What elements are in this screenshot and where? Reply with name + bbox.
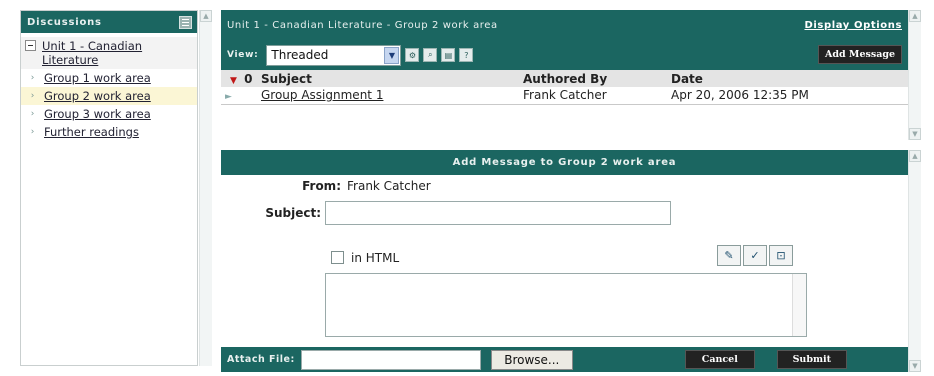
check-icon[interactable]: ✓ [743,245,767,266]
tree-item-further-readings[interactable]: › Further readings [21,123,197,141]
author-column-header[interactable]: Authored By [523,70,671,87]
table-row[interactable]: ► Group Assignment 1 Frank Catcher Apr 2… [221,87,908,105]
tree-item-label[interactable]: Group 1 work area [44,71,151,85]
scroll-down-icon[interactable]: ▼ [909,128,921,140]
textarea-scrollbar[interactable] [792,274,806,336]
view-select-value: Threaded [271,48,329,62]
view-toolbar: View: Threaded ▼ ⚙ ⌕ ▤ ? Add Message [221,40,908,70]
from-value: Frank Catcher [347,179,431,193]
message-date: Apr 20, 2006 12:35 PM [671,87,908,105]
subject-column-header[interactable]: Subject [261,70,523,87]
bullet-icon: › [30,73,35,83]
sidebar-scrollbar[interactable]: ▲ [199,10,212,366]
compose-scrollbar[interactable]: ▲ ▼ [908,150,921,372]
discussions-sidebar: Discussions Unit 1 - Canadian Literature… [20,10,198,366]
breadcrumb: Unit 1 - Canadian Literature - Group 2 w… [227,19,498,31]
sidebar-title: Discussions [27,16,102,28]
flag-icon: ▼ [230,75,237,86]
scroll-up-icon[interactable]: ▲ [200,10,212,22]
collapse-node-icon[interactable] [25,40,36,51]
submit-button[interactable]: Submit [776,350,847,369]
bullet-icon: › [30,127,35,137]
message-author: Frank Catcher [523,87,671,105]
date-column-header[interactable]: Date [671,70,908,87]
bullet-icon: › [30,109,35,119]
from-label: From: [302,179,341,193]
print-icon[interactable]: ▤ [441,48,456,62]
browse-button[interactable]: Browse... [490,349,573,370]
html-checkbox[interactable] [331,251,344,264]
discussion-tree: Unit 1 - Canadian Literature › Group 1 w… [21,33,197,141]
preview-icon[interactable]: ⊡ [769,245,793,266]
tree-item-label[interactable]: Further readings [44,125,139,139]
message-list-scrollbar[interactable]: ▲ ▼ [908,10,921,140]
tree-item-label[interactable]: Group 3 work area [44,107,151,121]
compose-heading: Add Message to Group 2 work area [221,150,908,175]
main-panel: Unit 1 - Canadian Literature - Group 2 w… [221,10,908,372]
message-body-textarea[interactable] [325,273,807,337]
tree-item-label[interactable]: Group 2 work area [44,89,151,103]
row-expand-icon[interactable]: ► [221,92,232,102]
subject-input[interactable] [325,201,671,225]
add-message-button[interactable]: Add Message [818,45,902,64]
message-subject-link[interactable]: Group Assignment 1 [261,88,383,102]
attach-bar: Attach File: Browse... Cancel Submit [221,347,908,372]
html-checkbox-label: in HTML [351,251,400,265]
help-icon[interactable]: ? [459,48,474,62]
attach-file-input[interactable] [300,349,481,370]
scroll-up-icon[interactable]: ▲ [909,150,921,162]
view-label: View: [227,50,259,60]
tree-item-group-3[interactable]: › Group 3 work area [21,105,197,123]
header-bar: Unit 1 - Canadian Literature - Group 2 w… [221,10,908,40]
scroll-up-icon[interactable]: ▲ [909,10,921,22]
tree-item-group-1[interactable]: › Group 1 work area [21,69,197,87]
flag-count: 0 [244,71,253,86]
search-icon[interactable]: ⌕ [423,48,438,62]
bullet-icon: › [30,91,35,101]
scroll-down-icon[interactable]: ▼ [909,360,921,372]
sidebar-header: Discussions [21,11,197,33]
table-header-row: ▼ 0 Subject Authored By Date [221,70,908,87]
display-options-link[interactable]: Display Options [804,20,902,31]
collapse-sidebar-icon[interactable] [179,15,192,29]
compose-form: From: Frank Catcher Subject: in HTML ✎ ✓… [221,175,908,347]
flag-column-header[interactable]: ▼ 0 [221,70,261,87]
spell-check-icon[interactable]: ✎ [717,245,741,266]
tree-item-unit-1[interactable]: Unit 1 - Canadian Literature [21,37,197,69]
subject-label: Subject: [265,206,321,220]
attach-file-label: Attach File: [227,354,295,365]
tree-item-label[interactable]: Unit 1 - Canadian Literature [42,39,193,67]
view-select[interactable]: Threaded ▼ [266,44,402,66]
chevron-down-icon[interactable]: ▼ [384,46,400,64]
message-table: ▼ 0 Subject Authored By Date ► Group Ass… [221,70,908,105]
cancel-button[interactable]: Cancel [684,350,755,369]
settings-icon[interactable]: ⚙ [405,48,420,62]
tree-item-group-2[interactable]: › Group 2 work area [21,87,197,105]
